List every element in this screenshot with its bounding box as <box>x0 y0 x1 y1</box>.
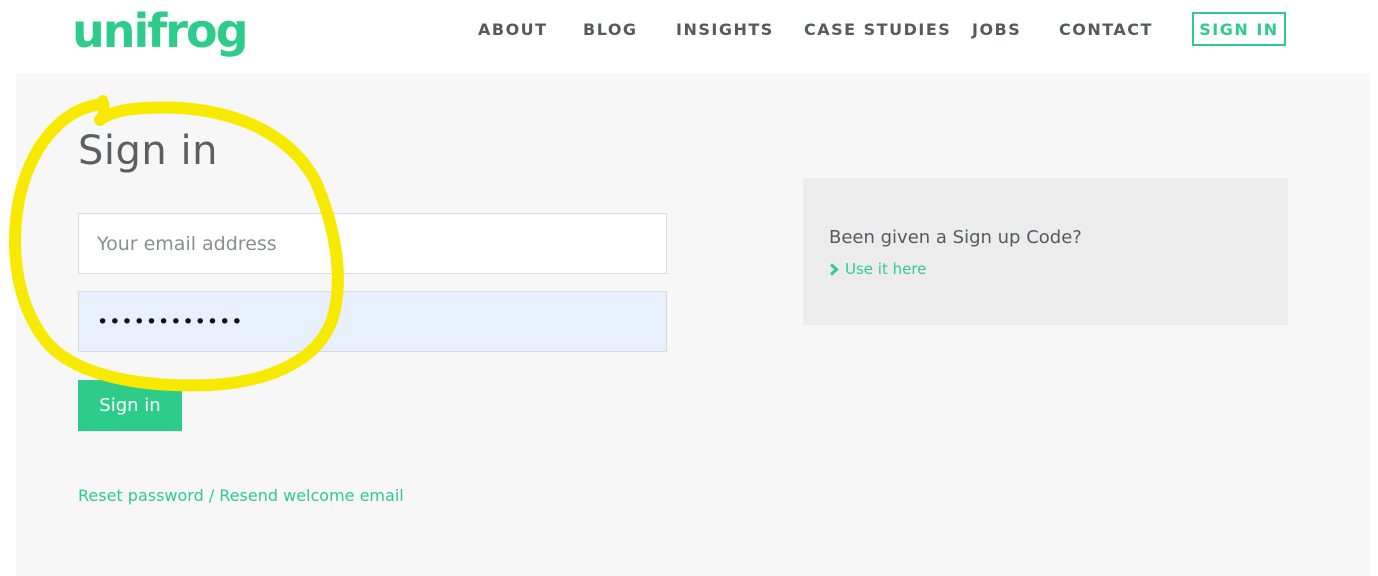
nav-case-studies[interactable]: CASE STUDIES <box>804 20 951 39</box>
chevron-right-icon <box>829 262 839 276</box>
nav-about[interactable]: ABOUT <box>478 20 548 39</box>
page-title: Sign in <box>78 128 218 174</box>
sign-in-button[interactable]: Sign in <box>78 380 182 431</box>
site-header: unifrog ABOUT BLOG INSIGHTS CASE STUDIES… <box>0 0 1378 72</box>
password-input[interactable] <box>78 291 667 352</box>
use-code-link[interactable]: Use it here <box>829 260 926 278</box>
nav-blog[interactable]: BLOG <box>583 20 638 39</box>
use-code-label: Use it here <box>845 260 927 278</box>
reset-password-link[interactable]: Reset password / Resend welcome email <box>78 486 404 505</box>
nav-jobs[interactable]: JOBS <box>972 20 1021 39</box>
signup-code-panel: Been given a Sign up Code? Use it here <box>803 178 1288 325</box>
email-input[interactable] <box>78 213 667 274</box>
signup-code-question: Been given a Sign up Code? <box>829 227 1082 248</box>
nav-contact[interactable]: CONTACT <box>1059 20 1153 39</box>
unifrog-logo[interactable]: unifrog <box>72 6 248 56</box>
nav-sign-in-button[interactable]: SIGN IN <box>1192 12 1286 46</box>
nav-insights[interactable]: INSIGHTS <box>676 20 774 39</box>
